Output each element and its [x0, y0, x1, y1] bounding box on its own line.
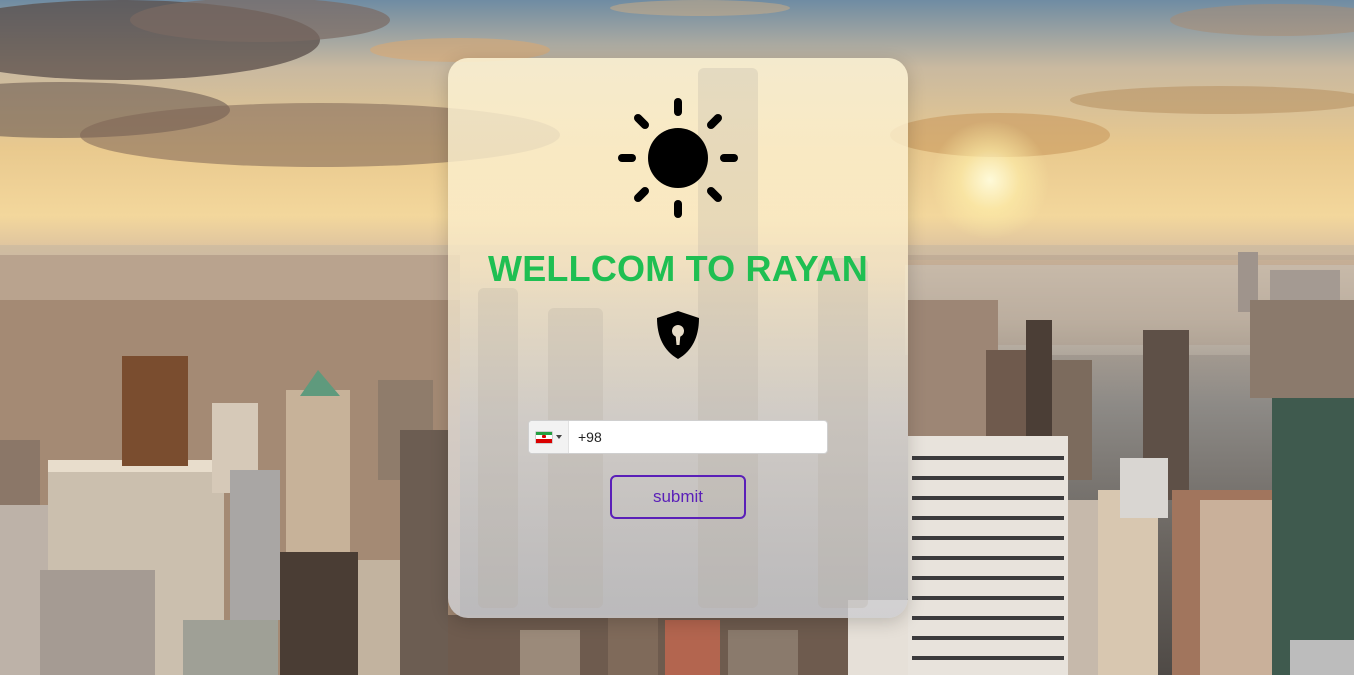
phone-number-field	[528, 420, 828, 454]
iran-flag-icon	[535, 431, 552, 443]
sun-icon	[618, 98, 738, 218]
page-title: WELLCOM TO RAYAN	[488, 248, 868, 289]
submit-button[interactable]: submit	[610, 475, 746, 519]
phone-input[interactable]	[569, 421, 827, 453]
shield-keyhole-icon	[657, 311, 699, 359]
country-selector[interactable]	[529, 421, 569, 453]
chevron-down-icon	[555, 435, 562, 439]
